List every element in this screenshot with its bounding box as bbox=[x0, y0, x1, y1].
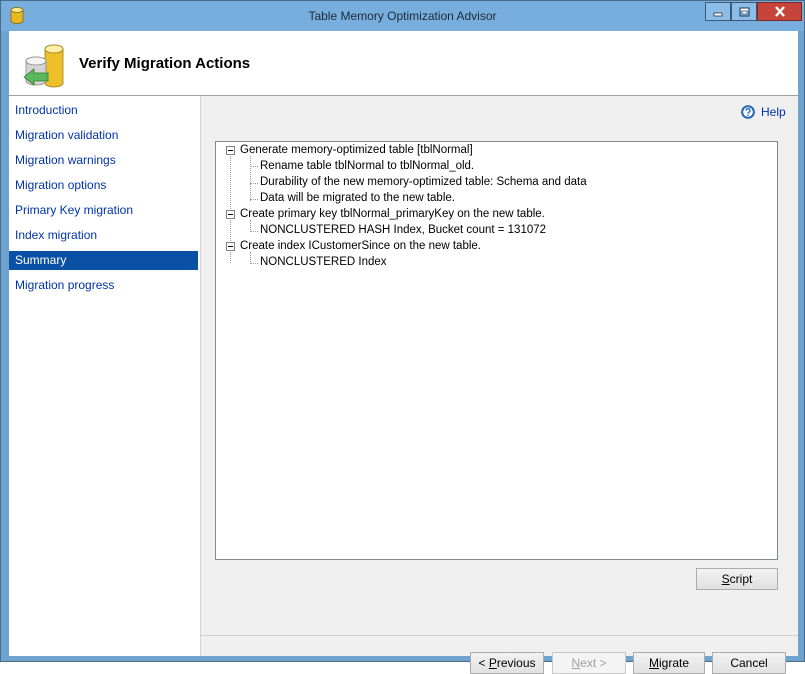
tree-leaf-rename-table[interactable]: Rename table tblNormal to tblNormal_old. bbox=[260, 160, 474, 172]
main-panel: Help Generate memory-optimized table [tb… bbox=[201, 96, 798, 674]
tree-node-primary-key[interactable]: Create primary key tblNormal_primaryKey … bbox=[240, 208, 545, 220]
migration-actions-tree[interactable]: Generate memory-optimized table [tblNorm… bbox=[215, 141, 778, 560]
client-area: Verify Migration Actions Introduction Mi… bbox=[9, 31, 798, 674]
migrate-mnemonic: M bbox=[648, 656, 659, 670]
nav-item-migration-options[interactable]: Migration options bbox=[9, 176, 198, 195]
maximize-button[interactable] bbox=[731, 2, 757, 21]
tree-leaf-data-migration[interactable]: Data will be migrated to the new table. bbox=[260, 192, 455, 204]
migrate-button[interactable]: Migrate bbox=[633, 652, 705, 674]
close-icon bbox=[774, 6, 785, 17]
footer-divider bbox=[201, 635, 798, 636]
nav-item-index-migration[interactable]: Index migration bbox=[9, 226, 198, 245]
nav-item-summary[interactable]: Summary bbox=[9, 251, 198, 270]
tree-collapse-toggle[interactable] bbox=[226, 242, 235, 251]
title-bar[interactable]: Table Memory Optimization Advisor bbox=[1, 1, 804, 31]
nav-item-migration-warnings[interactable]: Migration warnings bbox=[9, 151, 198, 170]
previous-button[interactable]: < Previous bbox=[470, 652, 544, 674]
tree-leaf-durability[interactable]: Durability of the new memory-optimized t… bbox=[260, 176, 587, 188]
tree-node-generate-table[interactable]: Generate memory-optimized table [tblNorm… bbox=[240, 144, 473, 156]
tree-leaf-nonclustered-index[interactable]: NONCLUSTERED Index bbox=[260, 256, 387, 268]
next-button[interactable]: Next > bbox=[552, 652, 626, 674]
tree-leaf-hash-index[interactable]: NONCLUSTERED HASH Index, Bucket count = … bbox=[260, 224, 546, 236]
tree-connector bbox=[250, 231, 258, 232]
script-mnemonic: S bbox=[721, 572, 730, 586]
next-mnemonic: N bbox=[571, 656, 581, 670]
page-title: Verify Migration Actions bbox=[79, 55, 251, 72]
help-question-icon bbox=[741, 105, 755, 119]
tree-connector bbox=[250, 166, 258, 167]
tree-collapse-toggle[interactable] bbox=[226, 210, 235, 219]
wizard-nav: Introduction Migration validation Migrat… bbox=[9, 96, 201, 656]
tree-connector bbox=[250, 156, 251, 201]
page-header: Verify Migration Actions bbox=[9, 31, 798, 95]
nav-item-introduction[interactable]: Introduction bbox=[9, 101, 198, 120]
tree-connector bbox=[250, 263, 258, 264]
script-label: cript bbox=[729, 572, 753, 586]
minimize-icon bbox=[713, 12, 723, 16]
window-title: Table Memory Optimization Advisor bbox=[308, 9, 497, 23]
maximize-icon bbox=[739, 7, 749, 16]
next-label: ext > bbox=[580, 656, 607, 670]
minimize-button[interactable] bbox=[705, 2, 731, 21]
database-migration-icon bbox=[23, 44, 64, 88]
cancel-button[interactable]: Cancel bbox=[712, 652, 786, 674]
previous-label: revious bbox=[496, 656, 536, 670]
close-button[interactable] bbox=[757, 2, 802, 21]
tree-connector bbox=[250, 199, 258, 200]
tree-collapse-toggle[interactable] bbox=[226, 146, 235, 155]
help-label: Help bbox=[761, 105, 786, 119]
help-link[interactable]: Help bbox=[741, 105, 786, 119]
script-button[interactable]: Script bbox=[696, 568, 778, 590]
previous-mnemonic: P bbox=[488, 656, 497, 670]
migrate-label: igrate bbox=[658, 656, 690, 670]
nav-item-primary-key-migration[interactable]: Primary Key migration bbox=[9, 201, 198, 220]
nav-item-migration-progress[interactable]: Migration progress bbox=[9, 276, 198, 295]
tree-connector bbox=[250, 183, 258, 184]
nav-item-migration-validation[interactable]: Migration validation bbox=[9, 126, 198, 145]
previous-prefix: < bbox=[478, 656, 489, 670]
tree-node-create-index[interactable]: Create index ICustomerSince on the new t… bbox=[240, 240, 481, 252]
advisor-window: Table Memory Optimization Advisor Verify… bbox=[0, 0, 805, 674]
